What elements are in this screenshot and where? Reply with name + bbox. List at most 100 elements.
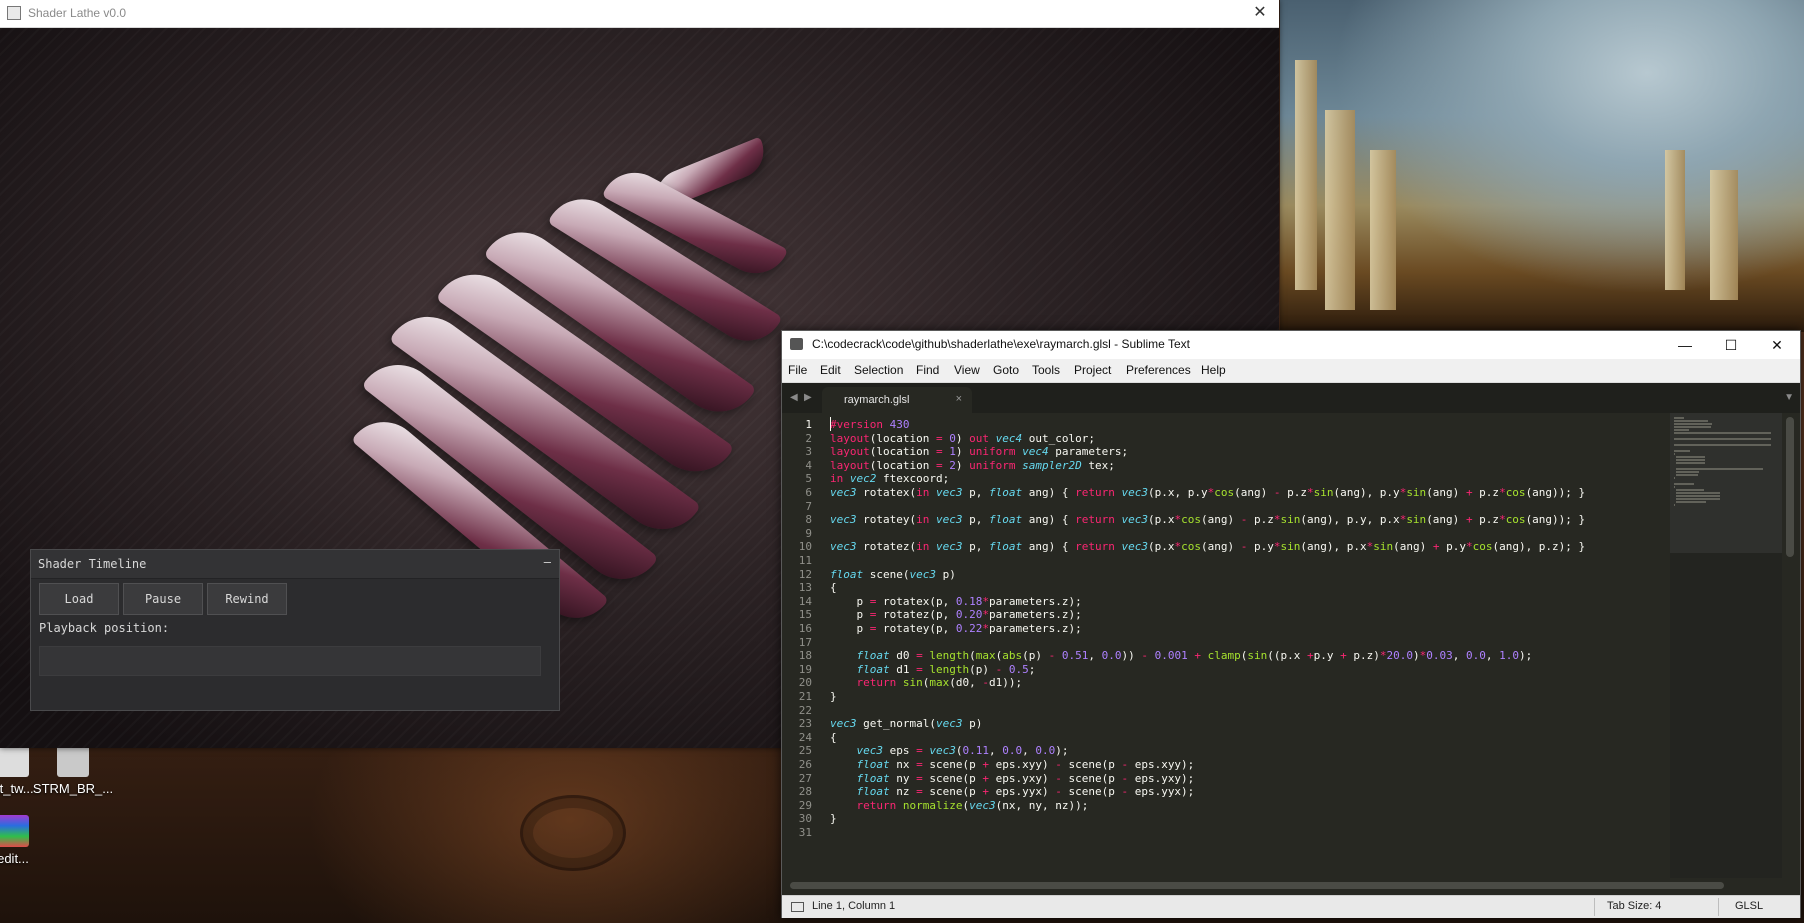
code-line: layout(location = 2) uniform sampler2D t… bbox=[830, 458, 1115, 472]
menu-goto[interactable]: Goto bbox=[993, 363, 1019, 377]
line-number: 14 bbox=[798, 594, 812, 608]
menu-help[interactable]: Help bbox=[1201, 363, 1226, 377]
minimap-line bbox=[1674, 426, 1711, 428]
line-number: 25 bbox=[798, 744, 812, 758]
code-line: float scene(vec3 p) bbox=[830, 567, 956, 581]
minimap-line bbox=[1676, 459, 1706, 461]
code-line: float nx = scene(p + eps.xyy) - scene(p … bbox=[856, 758, 1195, 771]
line-number: 24 bbox=[798, 730, 812, 744]
code-line: in vec2 ftexcoord; bbox=[830, 472, 950, 486]
code-line: vec3 rotatey(in vec3 p, float ang) { ret… bbox=[830, 513, 1586, 527]
code-line: float d0 = length(max(abs(p) - 0.51, 0.0… bbox=[856, 649, 1533, 663]
menu-find[interactable]: Find bbox=[916, 363, 939, 377]
code-line: } bbox=[830, 690, 837, 703]
minimap-line bbox=[1674, 483, 1694, 485]
minimap-line bbox=[1674, 444, 1771, 446]
menu-edit[interactable]: Edit bbox=[820, 363, 841, 377]
menu-bar: File Edit Selection Find View Goto Tools… bbox=[782, 359, 1800, 383]
minimap-line bbox=[1676, 498, 1720, 500]
timeline-collapse-button[interactable]: – bbox=[544, 555, 551, 569]
desktop-icon-2[interactable]: STRM_BR_... bbox=[28, 745, 118, 796]
code-line: p = rotatey(p, 0.22*parameters.z); bbox=[830, 622, 1082, 635]
minimap-line bbox=[1676, 474, 1698, 476]
minimap-line bbox=[1674, 432, 1771, 434]
line-number: 7 bbox=[805, 499, 812, 513]
code-text-area[interactable]: #version 430 layout(location = 0) out vec… bbox=[830, 413, 1710, 878]
timeline-header[interactable]: Shader Timeline – bbox=[31, 550, 559, 579]
menu-file[interactable]: File bbox=[788, 363, 807, 377]
menu-tools[interactable]: Tools bbox=[1032, 363, 1060, 377]
menu-view[interactable]: View bbox=[954, 363, 980, 377]
code-line: vec3 eps = vec3(0.11, 0.0, 0.0); bbox=[856, 744, 1069, 758]
code-line: { bbox=[830, 581, 837, 595]
menu-preferences[interactable]: Preferences bbox=[1126, 363, 1191, 377]
line-number: 12 bbox=[798, 567, 812, 581]
line-number: 27 bbox=[798, 771, 812, 785]
lathe-close-button[interactable]: ✕ bbox=[1247, 1, 1273, 25]
tab-label: raymarch.glsl bbox=[844, 394, 910, 406]
minimap[interactable] bbox=[1670, 413, 1782, 878]
horizontal-scrollbar[interactable] bbox=[790, 882, 1724, 889]
line-number: 17 bbox=[798, 635, 812, 649]
line-number: 11 bbox=[798, 554, 812, 567]
close-button[interactable]: ✕ bbox=[1754, 331, 1800, 359]
tab-dropdown-icon[interactable]: ▼ bbox=[1784, 392, 1794, 403]
shader-timeline-panel: Shader Timeline – Load Pause Rewind Play… bbox=[30, 549, 560, 711]
minimap-line bbox=[1676, 489, 1704, 491]
lathe-titlebar[interactable]: Shader Lathe v0.0 ✕ bbox=[0, 0, 1279, 28]
line-number: 10 bbox=[798, 540, 812, 554]
playback-position-label: Playback position: bbox=[39, 621, 170, 635]
desktop-emblem bbox=[520, 795, 626, 871]
pause-button[interactable]: Pause bbox=[123, 583, 203, 615]
sublime-window-title: C:\codecrack\code\github\shaderlathe\exe… bbox=[812, 337, 1190, 351]
line-number: 26 bbox=[798, 758, 812, 771]
code-editor[interactable]: 1 2 3 4 5 6 7 8 9 10 11 12 13 14 15 16 17 18 19 20 21 22 23 24 2… bbox=[782, 413, 1800, 878]
code-line: return sin(max(d0, -d1)); bbox=[856, 676, 1023, 690]
wallpaper-painting bbox=[1280, 0, 1804, 332]
minimap-line bbox=[1674, 453, 1675, 455]
code-line: vec3 rotatez(in vec3 p, float ang) { ret… bbox=[830, 540, 1586, 554]
tab-scroll-left-icon[interactable]: ◀ bbox=[790, 392, 798, 403]
sublime-titlebar[interactable]: C:\codecrack\code\github\shaderlathe\exe… bbox=[782, 331, 1800, 359]
sublime-text-window: C:\codecrack\code\github\shaderlathe\exe… bbox=[781, 330, 1801, 918]
code-line: float nz = scene(p + eps.yyx) - scene(p … bbox=[856, 785, 1195, 799]
playback-position-slider[interactable] bbox=[39, 646, 541, 676]
line-number: 6 bbox=[805, 486, 812, 499]
code-line: p = rotatez(p, 0.20*parameters.z); bbox=[830, 608, 1082, 622]
cursor-position: Line 1, Column 1 bbox=[812, 900, 896, 912]
vertical-scrollbar[interactable] bbox=[1786, 417, 1794, 557]
load-button[interactable]: Load bbox=[39, 583, 119, 615]
maximize-button[interactable]: ☐ bbox=[1708, 331, 1754, 359]
code-line: layout(location = 0) out vec4 out_color; bbox=[830, 431, 1095, 445]
minimap-line bbox=[1674, 450, 1691, 452]
menu-selection[interactable]: Selection bbox=[854, 363, 903, 377]
tab-close-icon[interactable]: × bbox=[956, 393, 962, 405]
panel-toggle-icon[interactable] bbox=[791, 902, 804, 912]
rewind-button[interactable]: Rewind bbox=[207, 583, 287, 615]
app-window-icon bbox=[7, 6, 21, 20]
line-number: 20 bbox=[798, 676, 812, 690]
horizontal-scroll-track bbox=[782, 878, 1800, 892]
minimap-line bbox=[1676, 492, 1720, 494]
tab-raymarch-glsl[interactable]: raymarch.glsl × bbox=[822, 387, 972, 413]
code-line: p = rotatex(p, 0.18*parameters.z); bbox=[830, 594, 1082, 608]
minimap-line bbox=[1674, 486, 1675, 488]
line-number: 31 bbox=[798, 826, 812, 839]
desktop-icon-3[interactable]: edit... bbox=[0, 815, 58, 866]
minimize-button[interactable]: — bbox=[1662, 331, 1708, 359]
minimap-line bbox=[1676, 468, 1764, 470]
minimap-line bbox=[1674, 477, 1675, 479]
status-bar: Line 1, Column 1 Tab Size: 4 GLSL bbox=[782, 895, 1800, 918]
code-line: layout(location = 1) uniform vec4 parame… bbox=[830, 445, 1129, 459]
menu-project[interactable]: Project bbox=[1074, 363, 1111, 377]
minimap-line bbox=[1674, 429, 1690, 431]
line-number: 30 bbox=[798, 812, 812, 826]
line-number: 15 bbox=[798, 608, 812, 622]
syntax-selector[interactable]: GLSL bbox=[1735, 900, 1763, 912]
line-number: 22 bbox=[798, 703, 812, 717]
minimap-line bbox=[1674, 504, 1675, 506]
minimap-line bbox=[1676, 501, 1707, 503]
tab-size-selector[interactable]: Tab Size: 4 bbox=[1607, 900, 1661, 912]
tab-scroll-right-icon[interactable]: ▶ bbox=[804, 392, 812, 403]
line-number: 13 bbox=[798, 581, 812, 595]
